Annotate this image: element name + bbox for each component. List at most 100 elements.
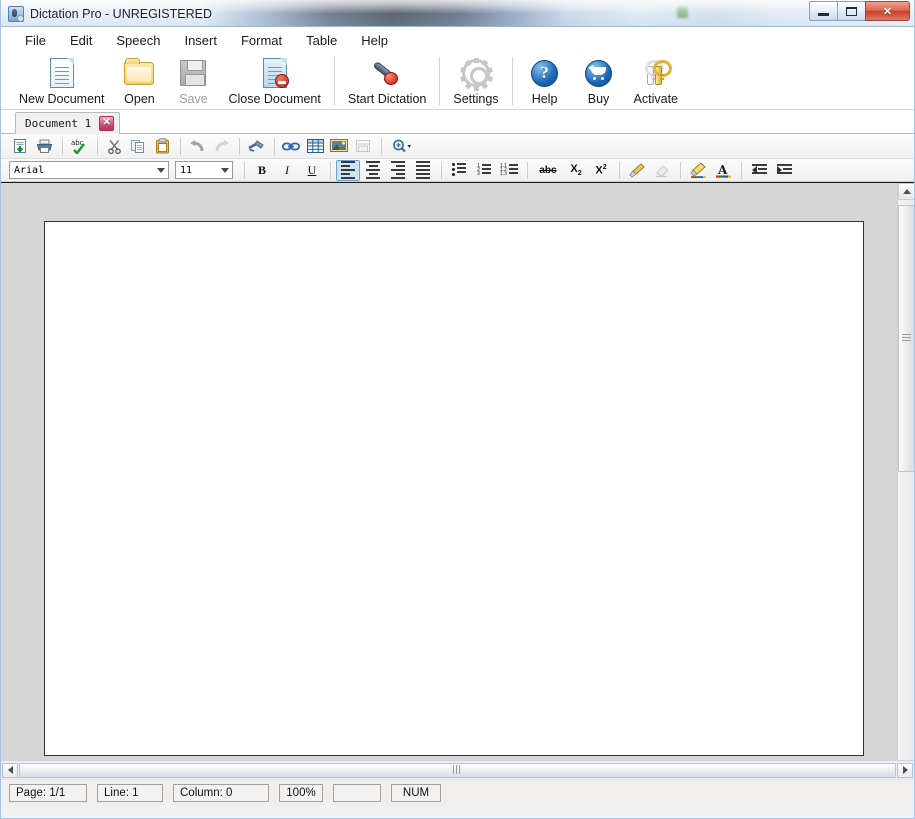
undo-icon[interactable] — [186, 136, 208, 157]
new-document-icon — [50, 57, 74, 89]
new-document-label: New Document — [19, 92, 104, 106]
title-bar[interactable]: Dictation Pro Document Dictation Pro - U… — [1, 0, 914, 27]
background-window-title: Dictation Pro Document — [691, 6, 807, 18]
vertical-scrollbar[interactable] — [897, 183, 914, 760]
spell-check-icon[interactable]: abc — [68, 136, 90, 157]
save-document-icon[interactable] — [9, 136, 31, 157]
cut-scissors-icon[interactable] — [103, 136, 125, 157]
scroll-right-button[interactable] — [897, 763, 913, 778]
copy-icon[interactable] — [127, 136, 149, 157]
buy-button[interactable]: Buy — [572, 54, 626, 108]
maximize-icon — [846, 7, 857, 16]
document-tab[interactable]: Document 1 ✕ — [15, 112, 120, 134]
activate-button[interactable]: Activate — [626, 54, 686, 108]
toolbar-separator — [244, 162, 245, 179]
save-button[interactable]: Save — [166, 54, 220, 108]
shopping-cart-icon — [585, 57, 612, 89]
activate-label: Activate — [634, 92, 678, 106]
toolbar-separator — [239, 138, 240, 155]
align-left-button[interactable] — [336, 160, 360, 181]
app-icon — [8, 6, 24, 22]
numbered-list-button[interactable]: 123 — [472, 160, 496, 181]
status-zoom[interactable]: 100% — [279, 784, 323, 802]
font-family-value: Arial — [10, 165, 44, 176]
open-folder-icon — [124, 57, 154, 89]
menu-item-table[interactable]: Table — [294, 30, 349, 51]
main-toolbar: New Document Open Save Close Document — [1, 54, 914, 110]
formatting-toolbar: Arial 11 B I U — [1, 159, 914, 182]
superscript-button[interactable]: X2 — [589, 160, 613, 181]
microphone-icon — [371, 57, 403, 89]
menu-item-edit[interactable]: Edit — [58, 30, 104, 51]
menu-item-insert[interactable]: Insert — [172, 30, 229, 51]
vertical-scroll-thumb[interactable] — [898, 205, 914, 472]
decrease-indent-button[interactable] — [747, 160, 771, 181]
print-icon[interactable] — [33, 136, 55, 157]
start-dictation-button[interactable]: Start Dictation — [340, 54, 435, 108]
bold-button[interactable]: B — [250, 160, 274, 181]
maximize-button[interactable] — [837, 1, 866, 21]
triangle-left-icon — [8, 766, 13, 774]
menu-item-help[interactable]: Help — [349, 30, 400, 51]
paint-brush-icon — [629, 163, 645, 178]
close-button[interactable]: ✕ — [865, 1, 910, 21]
scroll-up-button[interactable] — [898, 183, 914, 200]
clear-formatting-button[interactable] — [650, 160, 674, 181]
menu-item-file[interactable]: File — [13, 30, 58, 51]
font-family-combo[interactable]: Arial — [9, 161, 169, 179]
page-setup-icon[interactable] — [352, 136, 374, 157]
subscript-button[interactable]: X2 — [564, 160, 588, 181]
toolbar-separator — [62, 138, 63, 155]
settings-button[interactable]: Settings — [445, 54, 506, 108]
open-label: Open — [124, 92, 155, 106]
insert-table-icon[interactable] — [304, 136, 326, 157]
bullet-list-button[interactable] — [447, 160, 471, 181]
close-document-icon — [263, 57, 287, 89]
align-justify-button[interactable] — [411, 160, 435, 181]
application-window: Dictation Pro Document Dictation Pro - U… — [0, 0, 915, 819]
redo-icon[interactable] — [210, 136, 232, 157]
horizontal-scroll-thumb[interactable] — [19, 763, 896, 778]
scroll-left-button[interactable] — [2, 763, 18, 778]
gear-icon — [462, 57, 490, 89]
menu-item-speech[interactable]: Speech — [104, 30, 172, 51]
font-size-value: 11 — [176, 165, 192, 176]
toolbar-separator — [441, 162, 442, 179]
multilevel-list-button[interactable]: 1.11.21.3 — [497, 160, 521, 181]
toolbar-separator — [180, 138, 181, 155]
document-page[interactable] — [44, 221, 864, 756]
open-button[interactable]: Open — [112, 54, 166, 108]
insert-hyperlink-icon[interactable] — [280, 136, 302, 157]
new-document-button[interactable]: New Document — [11, 54, 112, 108]
toolbar-separator — [330, 162, 331, 179]
insert-image-icon[interactable] — [328, 136, 350, 157]
zoom-icon[interactable] — [387, 136, 417, 157]
triangle-right-icon — [903, 766, 908, 774]
bullet-list-icon — [452, 163, 466, 178]
paste-icon[interactable] — [151, 136, 173, 157]
font-size-combo[interactable]: 11 — [175, 161, 233, 179]
background-window-icon — [677, 7, 688, 18]
underline-button[interactable]: U — [300, 160, 324, 181]
brush-button[interactable] — [625, 160, 649, 181]
tab-close-icon[interactable]: ✕ — [99, 116, 114, 131]
menu-item-format[interactable]: Format — [229, 30, 294, 51]
toolbar-separator — [619, 162, 620, 179]
italic-button[interactable]: I — [275, 160, 299, 181]
status-page: Page: 1/1 — [9, 784, 87, 802]
close-document-button[interactable]: Close Document — [220, 54, 328, 108]
increase-indent-button[interactable] — [772, 160, 796, 181]
help-button[interactable]: ? Help — [518, 54, 572, 108]
horizontal-scrollbar[interactable] — [1, 760, 914, 779]
minimize-button[interactable] — [809, 1, 838, 21]
chevron-down-icon — [157, 168, 165, 173]
strikethrough-button[interactable]: abc — [533, 160, 563, 181]
align-center-button[interactable] — [361, 160, 385, 181]
minimize-icon — [818, 13, 829, 16]
align-right-button[interactable] — [386, 160, 410, 181]
font-color-button[interactable]: A — [711, 160, 735, 181]
save-floppy-icon — [180, 57, 206, 89]
increase-indent-icon — [777, 164, 792, 176]
highlight-color-button[interactable] — [686, 160, 710, 181]
format-painter-icon[interactable] — [245, 136, 267, 157]
